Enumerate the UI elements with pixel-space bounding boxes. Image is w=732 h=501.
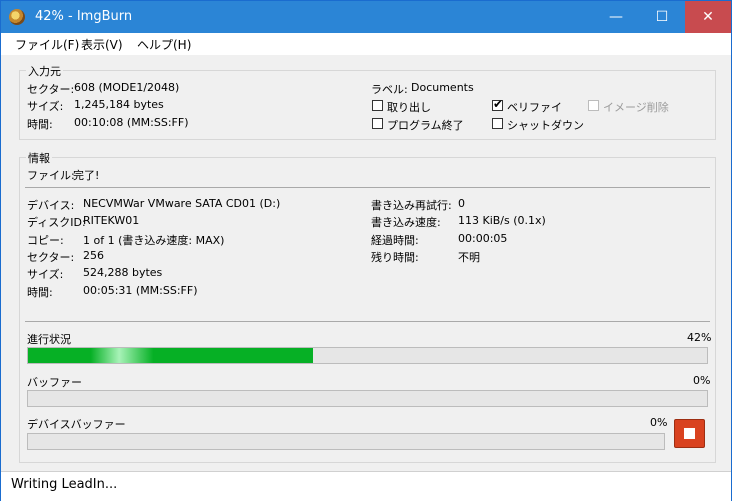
shutdown-checkbox[interactable] bbox=[492, 118, 503, 129]
source-time-label: 時間: bbox=[27, 118, 53, 131]
buffer-bar bbox=[27, 390, 708, 407]
info-time-label: 時間: bbox=[27, 286, 53, 299]
copy-value: 1 of 1 (書き込み速度: MAX) bbox=[83, 234, 225, 247]
close-button[interactable]: ✕ bbox=[685, 1, 731, 33]
verify-label[interactable]: ベリファイ bbox=[507, 99, 562, 115]
minimize-icon: — bbox=[609, 9, 623, 25]
menu-view[interactable]: 表示(V) bbox=[81, 36, 123, 53]
menu-help[interactable]: ヘルプ(H) bbox=[137, 36, 191, 53]
buffer-percent: 0% bbox=[693, 374, 711, 387]
source-size-label: サイズ: bbox=[27, 100, 64, 113]
info-divider bbox=[25, 187, 710, 188]
elapsed-time-value: 00:00:05 bbox=[458, 232, 508, 245]
source-group-title: 入力元 bbox=[26, 63, 63, 79]
info-group-title: 情報 bbox=[26, 150, 52, 166]
status-text: Writing LeadIn... bbox=[11, 477, 118, 492]
write-speed-value: 113 KiB/s (0.1x) bbox=[458, 214, 546, 227]
info-size-label: サイズ: bbox=[27, 268, 64, 281]
delete-image-checkbox bbox=[588, 100, 599, 111]
menu-bar: ファイル(F) 表示(V) ヘルプ(H) bbox=[1, 33, 731, 55]
info-sector-value: 256 bbox=[83, 249, 104, 262]
close-program-checkbox[interactable] bbox=[372, 118, 383, 129]
delete-image-label: イメージ削除 bbox=[603, 101, 669, 114]
volume-label-label: ラベル: bbox=[371, 83, 408, 96]
minimize-button[interactable]: — bbox=[593, 1, 639, 33]
remaining-time-value: 不明 bbox=[458, 251, 480, 264]
eject-label[interactable]: 取り出し bbox=[387, 99, 431, 115]
write-retries-label: 書き込み再試行: bbox=[371, 199, 452, 212]
copy-label: コピー: bbox=[27, 234, 64, 247]
source-sector-value: 608 (MODE1/2048) bbox=[74, 81, 180, 94]
info-file-value: 完了! bbox=[73, 169, 100, 182]
disc-id-label: ディスクID: bbox=[27, 216, 86, 229]
device-buffer-label: デバイスバッファー bbox=[27, 418, 126, 431]
close-program-label[interactable]: プログラム終了 bbox=[387, 117, 464, 133]
info-file-label: ファイル: bbox=[27, 169, 75, 182]
device-value: NECVMWar VMware SATA CD01 (D:) bbox=[83, 197, 281, 210]
progress-label: 進行状況 bbox=[27, 333, 71, 346]
progress-percent: 42% bbox=[687, 331, 712, 344]
eject-checkbox[interactable] bbox=[372, 100, 383, 111]
disc-id-value: RITEKW01 bbox=[83, 214, 140, 227]
window-title: 42% - ImgBurn bbox=[35, 9, 133, 24]
menu-file[interactable]: ファイル(F) bbox=[15, 36, 79, 53]
remaining-time-label: 残り時間: bbox=[371, 251, 419, 264]
device-buffer-bar bbox=[27, 433, 665, 450]
maximize-button[interactable]: ☐ bbox=[639, 1, 685, 33]
maximize-icon: ☐ bbox=[655, 9, 669, 25]
source-size-value: 1,245,184 bytes bbox=[74, 98, 164, 111]
imgburn-window: 42% - ImgBurn — ☐ ✕ ファイル(F) 表示(V) ヘルプ(H)… bbox=[0, 0, 732, 501]
source-time-value: 00:10:08 (MM:SS:FF) bbox=[74, 116, 189, 129]
write-retries-value: 0 bbox=[458, 197, 465, 210]
stop-icon bbox=[684, 428, 695, 439]
device-label: デバイス: bbox=[27, 199, 75, 212]
info-size-value: 524,288 bytes bbox=[83, 266, 163, 279]
info-sector-label: セクター: bbox=[27, 251, 75, 264]
progress-divider bbox=[25, 321, 710, 322]
device-buffer-percent: 0% bbox=[650, 416, 668, 429]
progress-bar bbox=[27, 347, 708, 364]
buffer-label: バッファー bbox=[27, 376, 82, 389]
stop-button[interactable] bbox=[674, 419, 705, 448]
source-sector-label: セクター: bbox=[27, 83, 75, 96]
write-speed-label: 書き込み速度: bbox=[371, 216, 441, 229]
volume-label-value: Documents bbox=[411, 81, 474, 94]
imgburn-logo-icon bbox=[9, 9, 25, 25]
title-bar[interactable]: 42% - ImgBurn — ☐ ✕ bbox=[1, 1, 731, 33]
elapsed-time-label: 経過時間: bbox=[371, 234, 419, 247]
verify-checkbox[interactable] bbox=[492, 97, 503, 111]
close-icon: ✕ bbox=[702, 9, 714, 25]
status-bar: Writing LeadIn... bbox=[1, 471, 731, 501]
info-time-value: 00:05:31 (MM:SS:FF) bbox=[83, 284, 198, 297]
shutdown-label[interactable]: シャットダウン bbox=[507, 117, 584, 133]
progress-bar-fill bbox=[28, 348, 314, 363]
